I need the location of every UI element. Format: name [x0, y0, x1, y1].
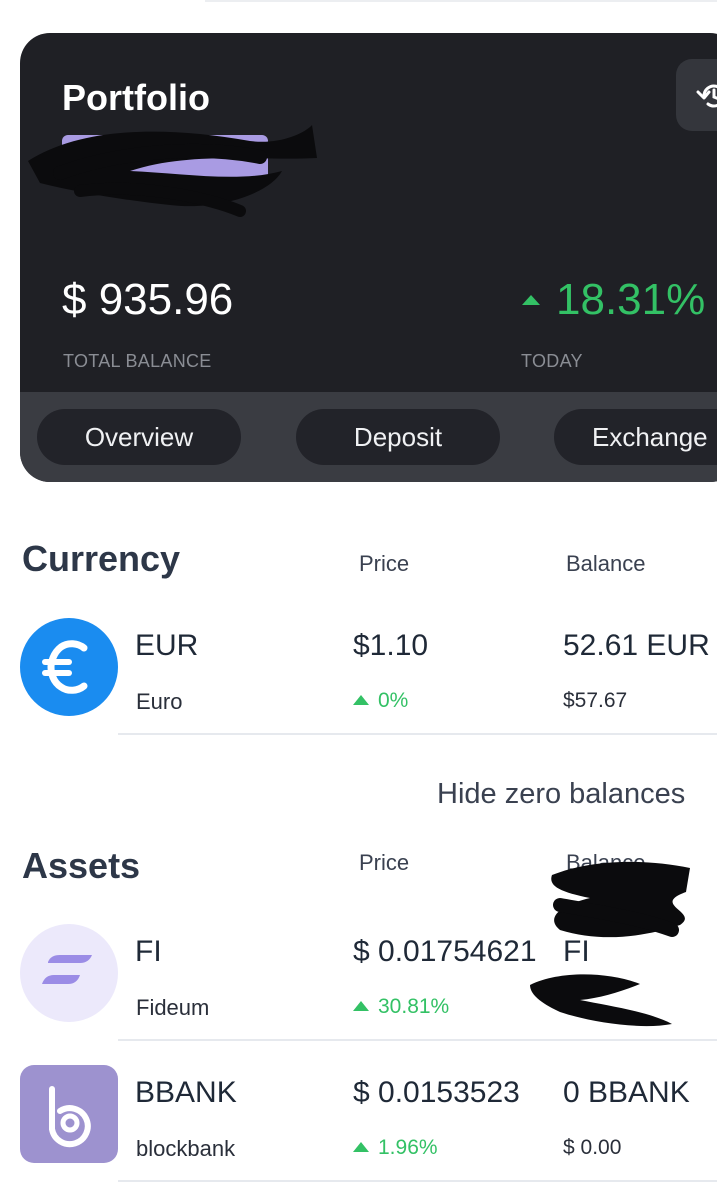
asset-change: 1.96%: [353, 1136, 438, 1160]
redaction-scribble: [530, 861, 690, 1027]
asset-name: blockbank: [136, 1136, 236, 1161]
row-divider: [118, 1039, 717, 1041]
asset-price: $ 0.0153523: [353, 1076, 520, 1109]
asset-symbol: BBANK: [135, 1076, 237, 1109]
row-divider: [118, 1180, 717, 1182]
blockbank-icon: [20, 1065, 118, 1163]
asset-change-text: 1.96%: [378, 1136, 438, 1159]
asset-balance: 0 BBANK: [563, 1076, 690, 1109]
asset-balance-fiat: $ 0.00: [563, 1136, 622, 1159]
up-triangle-icon: [353, 1142, 369, 1152]
